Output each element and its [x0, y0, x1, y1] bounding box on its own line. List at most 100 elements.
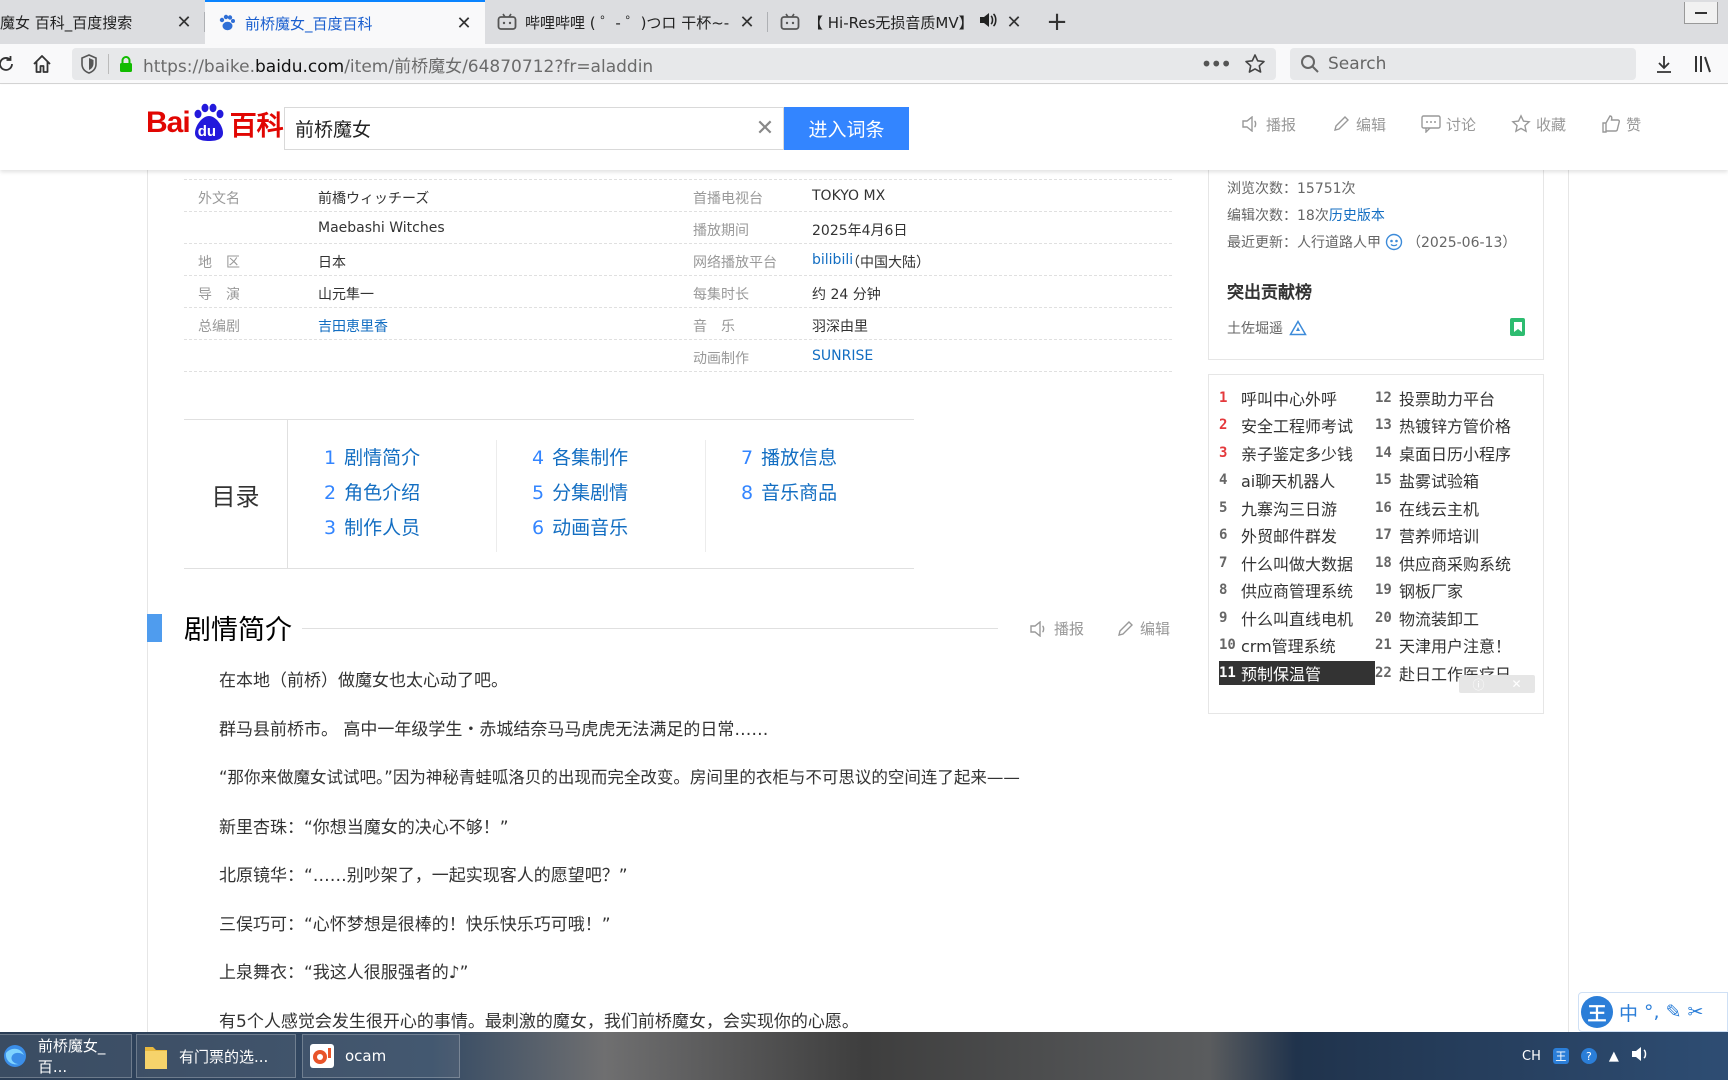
favorite-button[interactable]: 收藏	[1510, 113, 1566, 135]
hot-search-item[interactable]: 5 九寨沟三日游	[1219, 496, 1375, 520]
ime-toolbar[interactable]: 王 中 °, ✎ ✂	[1578, 992, 1728, 1032]
hot-search-item[interactable]: 9 什么叫直线电机	[1219, 606, 1375, 630]
speaker-icon[interactable]	[979, 12, 997, 32]
hot-search-item[interactable]: 3 亲子鉴定多少钱	[1219, 441, 1375, 465]
taskbar-item-ocam[interactable]: ocam	[302, 1034, 460, 1078]
tools-icon[interactable]: ✂	[1687, 1001, 1703, 1023]
logo-baike-text: 百科	[229, 110, 284, 142]
tab-hires-mv[interactable]: 【 Hi-Res无损音质MV】 前 ✕	[768, 0, 1035, 44]
taskbar-label: 前桥魔女_百...	[37, 1037, 106, 1076]
hot-search-item[interactable]: 13 热镀锌方管价格	[1375, 413, 1535, 437]
taskbar-item-browser[interactable]: 前桥魔女_百...	[0, 1034, 132, 1078]
close-icon[interactable]: ✕	[455, 13, 473, 34]
info-value: 约 24 分钟	[812, 287, 881, 303]
ime-logo-icon[interactable]: 王	[1581, 996, 1613, 1028]
paragraph: “那你来做魔女试试吧。”因为神秘青蛙呱洛贝的出现而完全改变。房间里的衣柜与不可思…	[219, 768, 1020, 787]
hot-search-item[interactable]: 6 外贸邮件群发	[1219, 523, 1375, 547]
library-icon[interactable]	[1690, 50, 1718, 78]
close-icon[interactable]: ✕	[738, 12, 756, 33]
toc-item[interactable]: 6 动画音乐	[532, 513, 628, 540]
tab-baike-active[interactable]: 前桥魔女_百度百科 ✕	[205, 0, 485, 44]
volume-icon[interactable]	[1631, 1045, 1651, 1067]
toc-item[interactable]: 8 音乐商品	[741, 478, 837, 505]
hot-search-item[interactable]: 15 盐雾试验箱	[1375, 468, 1535, 492]
close-icon[interactable]: ✕	[175, 12, 193, 33]
punctuation-icon[interactable]: °,	[1644, 1001, 1660, 1023]
toc-item[interactable]: 3 制作人员	[324, 513, 420, 540]
thumbs-up-icon	[1600, 113, 1622, 135]
hot-search-item[interactable]: 21 天津用户注意！	[1375, 633, 1535, 657]
studio-link[interactable]: SUNRISE	[812, 348, 873, 364]
comment-icon	[1420, 113, 1442, 135]
hot-search-item[interactable]: 17 营养师培训	[1375, 523, 1535, 547]
toc-item[interactable]: 1 剧情简介	[324, 443, 420, 470]
toc-item[interactable]: 2 角色介绍	[324, 478, 420, 505]
hot-search-item[interactable]: 10 crm管理系统	[1219, 633, 1375, 657]
hot-search-item[interactable]: 4 ai聊天机器人	[1219, 468, 1375, 492]
ime-tray-icon[interactable]: 王	[1552, 1048, 1569, 1064]
help-icon[interactable]: ?	[1580, 1048, 1597, 1064]
broadcast-button[interactable]: 播报	[1240, 113, 1296, 135]
discuss-button[interactable]: 讨论	[1420, 113, 1476, 135]
new-tab-button[interactable]: +	[1035, 0, 1079, 44]
pen-icon[interactable]: ✎	[1666, 1001, 1682, 1023]
hot-search-item[interactable]: 16 在线云主机	[1375, 496, 1535, 520]
home-icon[interactable]	[28, 50, 56, 78]
hot-search-item[interactable]: 8 供应商管理系统	[1219, 578, 1375, 602]
hot-search-rank: 2	[1219, 417, 1228, 433]
ime-mode-toggle[interactable]: 中	[1619, 999, 1638, 1026]
toc-item[interactable]: 7 播放信息	[741, 443, 837, 470]
toc-item[interactable]: 4 各集制作	[532, 443, 628, 470]
edit-button[interactable]: 编辑	[1330, 113, 1386, 135]
hot-search-item[interactable]: 18 供应商采购系统	[1375, 551, 1535, 575]
hot-search-label: 呼叫中心外呼	[1241, 390, 1338, 409]
tray-expand-icon[interactable]: ▲	[1609, 1049, 1619, 1064]
more-icon[interactable]: •••	[1201, 52, 1232, 76]
tab-bilibili[interactable]: 哔哩哔哩 ( ゜- ゜)つロ 干杯~-bi ✕	[485, 0, 768, 44]
contributor-item[interactable]: 土佐堀遥	[1227, 318, 1307, 338]
section-edit-button[interactable]: 编辑	[1116, 618, 1170, 639]
baidu-baike-logo[interactable]: Bai du 百科	[146, 101, 284, 145]
toc-item[interactable]: 5 分集剧情	[532, 478, 628, 505]
table-of-contents: 目录 1 剧情简介 2 角色介绍 3 制作人员 4 各集制作 5 分集剧情 6 动画音乐 7…	[184, 419, 914, 569]
baike-search-input[interactable]: 前桥魔女 ✕	[284, 107, 784, 150]
section-broadcast-button[interactable]: 播报	[1030, 618, 1084, 639]
shield-icon[interactable]	[80, 54, 98, 74]
hot-search-item[interactable]: 19 钢板厂家	[1375, 578, 1535, 602]
hot-search-item[interactable]: 12 投票助力平台	[1375, 386, 1535, 410]
info-label: 首播电视台	[693, 191, 763, 207]
history-version-link[interactable]: 历史版本	[1329, 208, 1385, 224]
logo-text: Bai	[146, 106, 191, 139]
taskbar-item-folder[interactable]: 有门票的选...	[136, 1034, 296, 1078]
reload-icon[interactable]	[0, 50, 20, 78]
action-label: 播报	[1266, 115, 1297, 134]
hot-search-item[interactable]: 1 呼叫中心外呼	[1219, 386, 1375, 410]
paragraph: 三俣巧可：“心怀梦想是很棒的！快乐快乐巧可哦！”	[219, 915, 611, 935]
bookmark-star-icon[interactable]	[1244, 53, 1266, 75]
hot-search-item[interactable]: 7 什么叫做大数据	[1219, 551, 1375, 575]
writer-link[interactable]: 吉田恵里香	[318, 316, 388, 336]
browser-search-box[interactable]: Search	[1290, 48, 1636, 80]
lock-icon[interactable]	[119, 55, 133, 73]
minimize-button[interactable]	[1684, 2, 1718, 24]
hot-search-rank: 21	[1375, 637, 1392, 653]
close-icon[interactable]: ✕	[1005, 12, 1023, 33]
language-indicator[interactable]: CH	[1522, 1049, 1541, 1064]
address-bar[interactable]: https://baike.baidu.com/item/前桥魔女/648707…	[72, 48, 1276, 80]
info-label: 导 演	[198, 287, 240, 303]
like-button[interactable]: 赞	[1600, 113, 1641, 135]
enter-entry-button[interactable]: 进入词条	[784, 107, 909, 150]
hot-search-item[interactable]: 14 桌面日历小程序	[1375, 441, 1535, 465]
download-icon[interactable]	[1650, 50, 1678, 78]
hot-search-item[interactable]: 11 预制保温管	[1219, 661, 1375, 685]
hot-search-item[interactable]: 2 安全工程师考试	[1219, 413, 1375, 437]
tab-baidu-search[interactable]: 魔女 百科_百度搜索 ✕	[0, 0, 205, 44]
hot-search-item[interactable]: 20 物流装卸工	[1375, 606, 1535, 630]
bookmark-badge-icon[interactable]	[1510, 318, 1525, 336]
toc-num: 6	[532, 517, 545, 539]
close-icon[interactable]: ✕	[1511, 677, 1521, 691]
ad-close-badge[interactable]: ⓘ ✕	[1459, 675, 1535, 693]
speaker-icon	[1030, 619, 1050, 639]
baidu-paw-icon	[217, 13, 237, 33]
clear-icon[interactable]: ✕	[747, 116, 783, 141]
